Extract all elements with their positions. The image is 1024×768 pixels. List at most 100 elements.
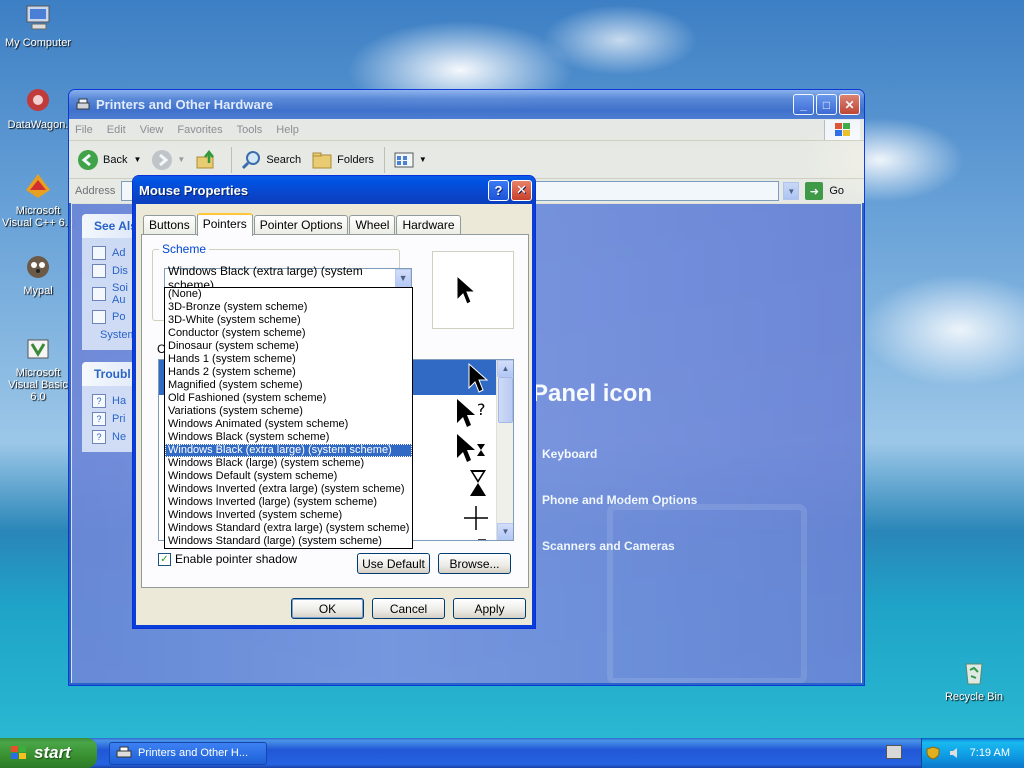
scheme-option[interactable]: Windows Black (large) (system scheme) — [165, 457, 412, 470]
tab-wheel[interactable]: Wheel — [349, 215, 396, 235]
address-dropdown-button[interactable]: ▼ — [783, 182, 800, 200]
scheme-option[interactable]: Variations (system scheme) — [165, 405, 412, 418]
keyboard-link[interactable]: Keyboard — [542, 447, 597, 461]
desktop-icon-recycle-bin[interactable]: Recycle Bin — [936, 656, 1012, 703]
use-default-button[interactable]: Use Default — [357, 553, 430, 574]
scheme-option[interactable]: Old Fashioned (system scheme) — [165, 392, 412, 405]
scroll-down-button[interactable]: ▼ — [497, 523, 513, 540]
scheme-option[interactable]: Hands 1 (system scheme) — [165, 353, 412, 366]
chevron-down-icon[interactable]: ▼ — [395, 269, 411, 287]
printer-icon — [116, 746, 132, 758]
scheme-option[interactable]: Dinosaur (system scheme) — [165, 340, 412, 353]
folders-icon — [312, 152, 332, 168]
help-cursor-icon: ? — [457, 398, 486, 427]
scheme-option[interactable]: Windows Black (extra large) (system sche… — [165, 444, 412, 457]
desktop-icon-visual-basic[interactable]: Microsoft Visual Basic 6.0 — [0, 332, 76, 403]
back-button[interactable]: Back ▼ — [77, 149, 141, 171]
folders-button[interactable]: Folders — [311, 149, 374, 171]
tab-buttons[interactable]: Buttons — [143, 215, 196, 235]
menu-edit[interactable]: Edit — [107, 124, 126, 136]
menu-favorites[interactable]: Favorites — [177, 124, 222, 136]
taskbar-window-button[interactable]: Printers and Other H... — [109, 741, 267, 765]
menu-view[interactable]: View — [140, 124, 164, 136]
menu-tools[interactable]: Tools — [237, 124, 263, 136]
apply-button[interactable]: Apply — [453, 598, 526, 619]
desktop-icon-my-computer[interactable]: My Computer — [0, 2, 76, 49]
search-icon — [242, 150, 261, 169]
address-label: Address — [75, 185, 116, 197]
scheme-option[interactable]: Windows Default (system scheme) — [165, 470, 412, 483]
scheme-option[interactable]: Windows Standard (large) (system scheme) — [165, 535, 412, 548]
menu-file[interactable]: File — [75, 124, 93, 136]
close-button[interactable]: ✕ — [839, 94, 860, 115]
toolbar: Back ▼ ▼ Search Folders ▼ — [69, 141, 864, 179]
search-button[interactable]: Search — [240, 149, 301, 171]
scheme-option[interactable]: Windows Inverted (extra large) (system s… — [165, 483, 412, 496]
ok-button[interactable]: OK — [291, 598, 364, 619]
watermark-checkmark — [607, 504, 807, 683]
scheme-dropdown-list[interactable]: (None) 3D-Bronze (system scheme) 3D-White … — [164, 287, 413, 549]
scheme-option[interactable]: 3D-Bronze (system scheme) — [165, 301, 412, 314]
pointer-preview — [432, 251, 514, 329]
datawagon-icon — [27, 89, 49, 111]
scanners-cameras-link[interactable]: Scanners and Cameras — [542, 539, 675, 553]
dialog-title-bar[interactable]: Mouse Properties ? ✕ — [133, 176, 535, 204]
scheme-option[interactable]: Windows Standard (extra large) (system s… — [165, 522, 412, 535]
checkbox-checked-icon[interactable]: ✓ — [158, 552, 171, 566]
start-button[interactable]: start — [0, 738, 97, 768]
browse-button[interactable]: Browse... — [438, 553, 511, 574]
back-label: Back — [103, 153, 128, 166]
tab-hardware[interactable]: Hardware — [396, 215, 461, 235]
cursor-list-scrollbar[interactable]: ▲ ▼ — [496, 360, 513, 540]
scheme-label: Scheme — [159, 242, 210, 256]
enable-pointer-shadow[interactable]: ✓ Enable pointer shadow — [158, 552, 297, 566]
clock[interactable]: 7:19 AM — [970, 747, 1010, 759]
scheme-option[interactable]: 3D-White (system scheme) — [165, 314, 412, 327]
go-button[interactable]: ➜ Go — [805, 182, 844, 200]
menu-help[interactable]: Help — [276, 124, 299, 136]
dialog-close-button[interactable]: ✕ — [511, 179, 532, 201]
help-button[interactable]: ? — [488, 179, 509, 201]
tab-pointer-options[interactable]: Pointer Options — [253, 215, 349, 235]
scheme-option[interactable]: Conductor (system scheme) — [165, 327, 412, 340]
explorer-title-bar[interactable]: Printers and Other Hardware _ □ ✕ — [69, 90, 864, 119]
views-button[interactable]: ▼ — [393, 149, 427, 171]
start-label: start — [34, 743, 71, 762]
scroll-thumb[interactable] — [498, 377, 513, 423]
tab-pointers[interactable]: Pointers — [196, 213, 253, 236]
desktop-icon-label: Microsoft Visual C++ 6.0 — [2, 205, 74, 229]
scheme-option[interactable]: Windows Inverted (large) (system scheme) — [165, 496, 412, 509]
scheme-option[interactable]: Magnified (system scheme) — [165, 379, 412, 392]
cancel-button[interactable]: Cancel — [372, 598, 445, 619]
search-label: Search — [266, 153, 302, 166]
busy-cursor-icon — [457, 433, 485, 462]
desktop-icon-mypal[interactable]: Mypal — [0, 250, 76, 297]
minimize-button[interactable]: _ — [793, 94, 814, 115]
forward-arrow-icon — [152, 149, 173, 170]
up-folder-button[interactable] — [195, 149, 221, 171]
scheme-option[interactable]: Windows Black (system scheme) — [165, 431, 412, 444]
svg-text:?: ? — [477, 400, 486, 419]
recycle-bin-icon — [965, 663, 983, 685]
scheme-option[interactable]: Windows Animated (system scheme) — [165, 418, 412, 431]
forward-button[interactable]: ▼ — [151, 149, 185, 171]
taskbar: start Printers and Other H... 7:19 AM — [0, 738, 1024, 768]
desktop-icon-visual-cpp[interactable]: Microsoft Visual C++ 6.0 — [0, 170, 76, 229]
scheme-option[interactable]: Hands 2 (system scheme) — [165, 366, 412, 379]
scheme-option[interactable]: (None) — [165, 288, 412, 301]
desktop-icon-label: Mypal — [23, 285, 53, 297]
dialog-title: Mouse Properties — [139, 182, 249, 198]
keyboard-language-icon[interactable] — [886, 745, 902, 759]
phone-modem-link[interactable]: Phone and Modem Options — [542, 493, 697, 507]
desktop-icon-datawagon[interactable]: DataWagon. — [0, 84, 76, 131]
scroll-up-button[interactable]: ▲ — [497, 360, 513, 377]
scheme-option[interactable]: Windows Inverted (system scheme) — [165, 509, 412, 522]
desktop-icon-label: Recycle Bin — [944, 691, 1004, 703]
help-icon: ? — [92, 430, 106, 444]
scheme-combobox[interactable]: Windows Black (extra large) (system sche… — [164, 264, 412, 292]
dialog-tabs: Buttons Pointers Pointer Options Wheel H… — [143, 212, 462, 236]
menu-bar: File Edit View Favorites Tools Help — [69, 119, 864, 141]
maximize-button[interactable]: □ — [816, 94, 837, 115]
volume-icon[interactable] — [948, 746, 962, 760]
security-shield-icon[interactable] — [926, 746, 940, 760]
